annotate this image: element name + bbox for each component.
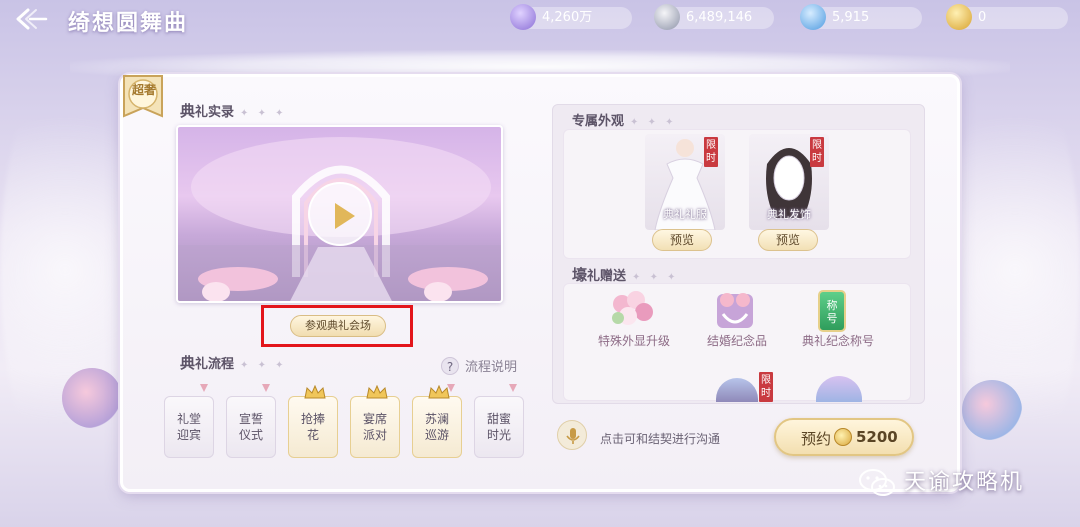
play-icon [335,203,355,229]
watermark: 天谕攻略机 [858,464,1024,500]
process-step-vow[interactable]: 宣誓仪式 [226,396,276,458]
currency-value: 0 [978,10,987,25]
exclusive-look-box [563,129,911,259]
gold-ring-icon [834,428,852,446]
bouquet-icon[interactable] [604,286,660,338]
gold-ring-icon [946,4,972,30]
wedding-keepsake-icon[interactable] [707,286,763,338]
reserve-button[interactable]: 预约 5200 [774,418,914,456]
process-help-link[interactable]: ? 流程说明 [441,356,517,375]
process-step-parade[interactable]: 苏澜巡游 [412,385,462,458]
currency-value: 6,489,146 [686,10,753,25]
title-tag-icon[interactable]: 称号 [818,290,846,332]
blue-diamond-icon [800,4,826,30]
currency-value: 5,915 [832,10,870,25]
ceremony-record-title: 典礼实录 ✦ ✦ ✦ [180,102,287,120]
limited-time-badge: 限时 [759,372,773,402]
flower-decoration [962,380,1022,440]
annotation-highlight-box [261,305,413,347]
wechat-icon [859,469,895,496]
currency-silver[interactable]: 6,489,146 [654,4,774,30]
back-button[interactable] [14,6,48,32]
flower-decoration [62,368,122,428]
limited-time-badge: 限时 [704,137,718,167]
feather-crystal-icon [510,4,536,30]
ceremony-video[interactable] [176,125,503,303]
ceremony-process-title: 典礼流程 ✦ ✦ ✦ [180,354,287,372]
process-step-bouquet[interactable]: 抢捧花 [288,385,338,458]
currency-gold-ring[interactable]: 0 [946,4,1068,30]
limited-time-badge: 限时 [810,137,824,167]
crown-icon [366,385,388,399]
currency-feather[interactable]: 4,260万 [510,4,632,30]
back-arrow-icon [16,8,48,30]
gifts-title: 壕礼赠送 ✦ ✦ ✦ [572,266,679,284]
item-label: 典礼礼服 [663,208,707,221]
watermark-text: 天谕攻略机 [904,470,1025,495]
communication-hint: 点击可和结契进行沟通 [600,432,721,446]
crown-icon [428,385,450,399]
preview-dress-button[interactable]: 预览 [652,229,712,251]
voice-chat-button[interactable] [557,420,587,450]
gift-label: 特殊外显升级 [597,334,670,348]
process-step-sweet-time[interactable]: 甜蜜时光 [474,396,524,458]
exclusive-look-title: 专属外观 ✦ ✦ ✦ [572,114,677,129]
title-tag-text: 称号 [826,299,838,325]
silver-coin-icon [654,4,680,30]
reserve-price: 5200 [856,428,898,446]
gift-label: 典礼纪念称号 [801,334,874,348]
top-bar: 绮想圆舞曲 4,260万 6,489,146 5,915 0 [0,0,1080,40]
question-icon: ? [441,357,459,375]
luxury-badge-text: 超奢 [131,83,156,97]
currency-diamond[interactable]: 5,915 [800,4,922,30]
currency-value: 4,260万 [542,10,593,25]
process-step-banquet[interactable]: 宴席派对 [350,385,400,458]
help-text: 流程说明 [465,360,518,375]
gift-label: 结婚纪念品 [706,334,767,348]
item-label: 典礼发饰 [767,208,811,221]
microphone-icon [566,428,580,444]
crown-icon [304,385,326,399]
play-button[interactable] [308,182,372,246]
page-title: 绮想圆舞曲 [68,10,189,36]
process-step-welcome[interactable]: 礼堂迎宾 [164,396,214,458]
preview-headpiece-button[interactable]: 预览 [758,229,818,251]
reserve-label: 预约 [801,430,832,448]
